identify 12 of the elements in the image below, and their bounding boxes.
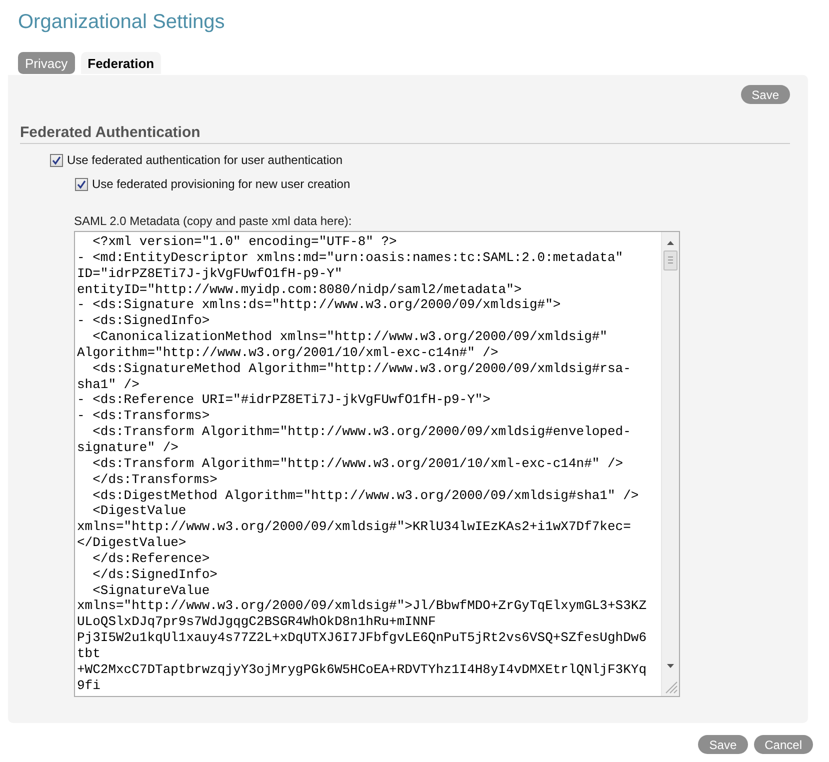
metadata-label: SAML 2.0 Metadata (copy and paste xml data here): — [74, 214, 353, 228]
tab[interactable]: Federation — [80, 52, 162, 74]
checkbox-label: Use federated provisioning for new user creation — [92, 177, 350, 191]
section-heading: Federated Authentication — [20, 124, 790, 144]
page-title: Organizational Settings — [17, 10, 226, 35]
tab[interactable]: Privacy — [18, 52, 75, 74]
checkbox[interactable] — [50, 154, 63, 166]
cancel-button[interactable]: Cancel — [754, 735, 813, 754]
save-button[interactable]: Save — [740, 85, 790, 104]
checkbox[interactable] — [75, 178, 88, 190]
checkbox-label: Use federated authentication for user authentication — [67, 153, 343, 167]
save-button[interactable]: Save — [698, 735, 748, 754]
